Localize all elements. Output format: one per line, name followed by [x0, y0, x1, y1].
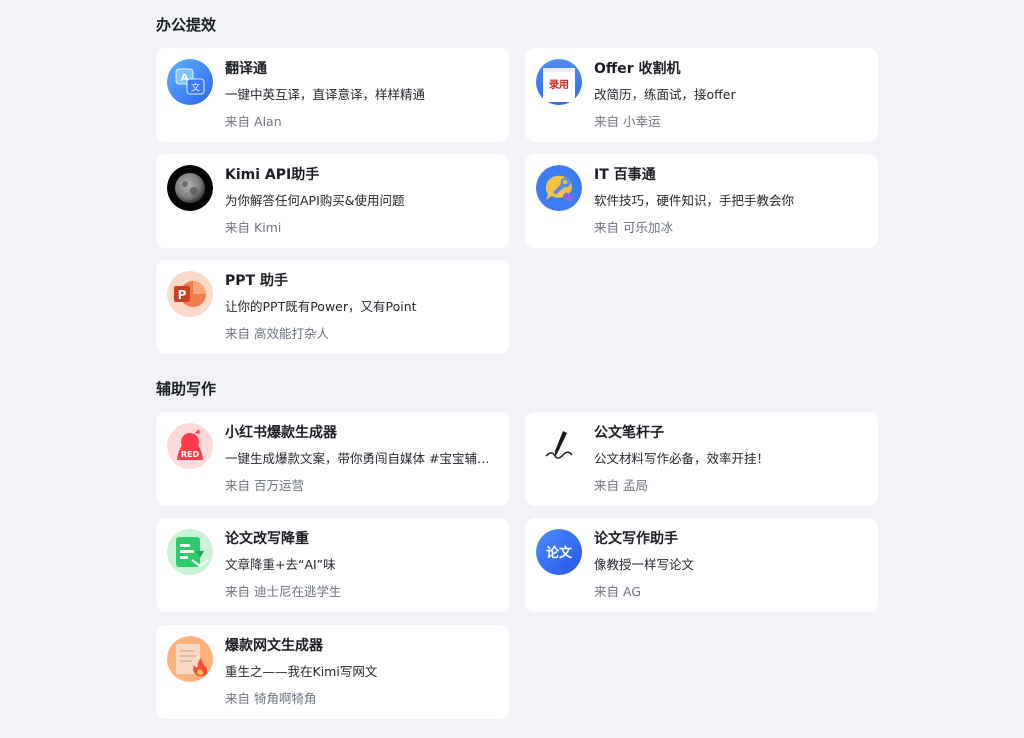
assistant-card-web-novel[interactable]: 爆款网文生成器 重生之——我在Kimi写网文 来自 犄角啊犄角 — [156, 625, 509, 719]
author-name: 犄角啊犄角 — [254, 691, 317, 706]
thesis-icon: 论文 — [536, 529, 582, 575]
card-description: 一键生成爆款文案，带你勇闯自媒体 #宝宝辅食 #敏感肌护肤 — [225, 451, 497, 466]
card-title: 公文笔杆子 — [594, 425, 664, 441]
card-title: 论文写作助手 — [594, 531, 678, 547]
card-author: 来自 迪士尼在逃学生 — [225, 583, 342, 601]
moon-icon — [167, 165, 213, 211]
card-author: 来自 AG — [594, 583, 641, 601]
assistant-card-ppt-helper[interactable]: P PPT 助手 让你的PPT既有Power，又有Point 来自 高效能打杂人 — [156, 260, 509, 354]
author-prefix: 来自 — [225, 691, 251, 706]
offer-stamp-icon: 录用 — [536, 59, 582, 105]
card-author: 来自 Kimi — [225, 219, 281, 237]
red-book-icon: RED — [167, 423, 213, 469]
card-author: 来自 犄角啊犄角 — [225, 690, 317, 708]
section-title-office: 办公提效 — [156, 16, 217, 34]
author-name: 迪士尼在逃学生 — [254, 584, 342, 599]
web-novel-icon — [167, 636, 213, 682]
assistant-card-translator[interactable]: A 文 翻译通 一键中英互译，直译意译，样样精通 来自 Alan — [156, 48, 509, 142]
card-title: Offer 收割机 — [594, 61, 681, 77]
card-title: Kimi API助手 — [225, 167, 320, 183]
card-title: IT 百事通 — [594, 167, 656, 183]
card-author: 来自 百万运营 — [225, 477, 304, 495]
author-prefix: 来自 — [225, 584, 251, 599]
card-description: 文章降重+去“AI”味 — [225, 557, 336, 572]
card-author: 来自 小幸运 — [594, 113, 661, 131]
card-description: 重生之——我在Kimi写网文 — [225, 664, 378, 679]
author-name: Alan — [254, 114, 282, 129]
author-prefix: 来自 — [225, 326, 251, 341]
thesis-glyph: 论文 — [546, 545, 573, 561]
document-rewrite-icon — [167, 529, 213, 575]
card-description: 为你解答任何API购买&使用问题 — [225, 193, 405, 208]
assistant-card-official-writer[interactable]: 公文笔杆子 公文材料写作必备，效率开挂！ 来自 孟局 — [525, 412, 878, 506]
assistant-card-it-expert[interactable]: IT 百事通 软件技巧，硬件知识，手把手教会你 来自 可乐加冰 — [525, 154, 878, 248]
card-author: 来自 高效能打杂人 — [225, 325, 329, 343]
card-description: 一键中英互译，直译意译，样样精通 — [225, 87, 426, 102]
author-name: 可乐加冰 — [623, 220, 674, 235]
author-name: 孟局 — [623, 478, 649, 493]
card-author: 来自 Alan — [225, 113, 282, 131]
card-description: 公文材料写作必备，效率开挂！ — [594, 451, 770, 466]
assistant-card-paper-rewrite[interactable]: 论文改写降重 文章降重+去“AI”味 来自 迪士尼在逃学生 — [156, 518, 509, 612]
card-title: 论文改写降重 — [225, 531, 309, 547]
author-name: 高效能打杂人 — [254, 326, 330, 341]
author-prefix: 来自 — [225, 478, 251, 493]
assistant-card-thesis-helper[interactable]: 论文 论文写作助手 像教授一样写论文 来自 AG — [525, 518, 878, 612]
author-prefix: 来自 — [594, 114, 620, 129]
ppt-letter-glyph: P — [178, 288, 187, 302]
author-name: 小幸运 — [623, 114, 661, 129]
translate-wen-glyph: 文 — [191, 82, 200, 94]
red-label-glyph: RED — [181, 450, 200, 459]
card-title: 小红书爆款生成器 — [225, 425, 337, 441]
section-title-writing: 辅助写作 — [156, 380, 217, 398]
powerpoint-icon: P — [167, 271, 213, 317]
card-title: 爆款网文生成器 — [225, 638, 323, 654]
translate-icon: A 文 — [167, 59, 213, 105]
card-title: PPT 助手 — [225, 273, 288, 289]
card-description: 像教授一样写论文 — [594, 557, 695, 572]
assistant-card-xiaohongshu[interactable]: RED 小红书爆款生成器 一键生成爆款文案，带你勇闯自媒体 #宝宝辅食 #敏感肌… — [156, 412, 509, 506]
card-description: 让你的PPT既有Power，又有Point — [225, 299, 417, 314]
author-prefix: 来自 — [225, 220, 251, 235]
author-name: AG — [623, 584, 642, 599]
card-author: 来自 孟局 — [594, 477, 648, 495]
offer-stamp-glyph: 录用 — [549, 79, 569, 91]
author-prefix: 来自 — [594, 584, 620, 599]
card-description: 改简历，练面试，接offer — [594, 87, 736, 102]
author-name: Kimi — [254, 220, 282, 235]
pen-nib-icon — [536, 423, 582, 469]
author-prefix: 来自 — [594, 478, 620, 493]
wrench-chat-icon — [536, 165, 582, 211]
author-prefix: 来自 — [594, 220, 620, 235]
assistant-card-offer-harvester[interactable]: 录用 Offer 收割机 改简历，练面试，接offer 来自 小幸运 — [525, 48, 878, 142]
card-title: 翻译通 — [225, 61, 267, 77]
card-description: 软件技巧，硬件知识，手把手教会你 — [594, 193, 795, 208]
author-prefix: 来自 — [225, 114, 251, 129]
assistant-card-kimi-api[interactable]: Kimi API助手 为你解答任何API购买&使用问题 来自 Kimi — [156, 154, 509, 248]
author-name: 百万运营 — [254, 478, 305, 493]
card-author: 来自 可乐加冰 — [594, 219, 673, 237]
